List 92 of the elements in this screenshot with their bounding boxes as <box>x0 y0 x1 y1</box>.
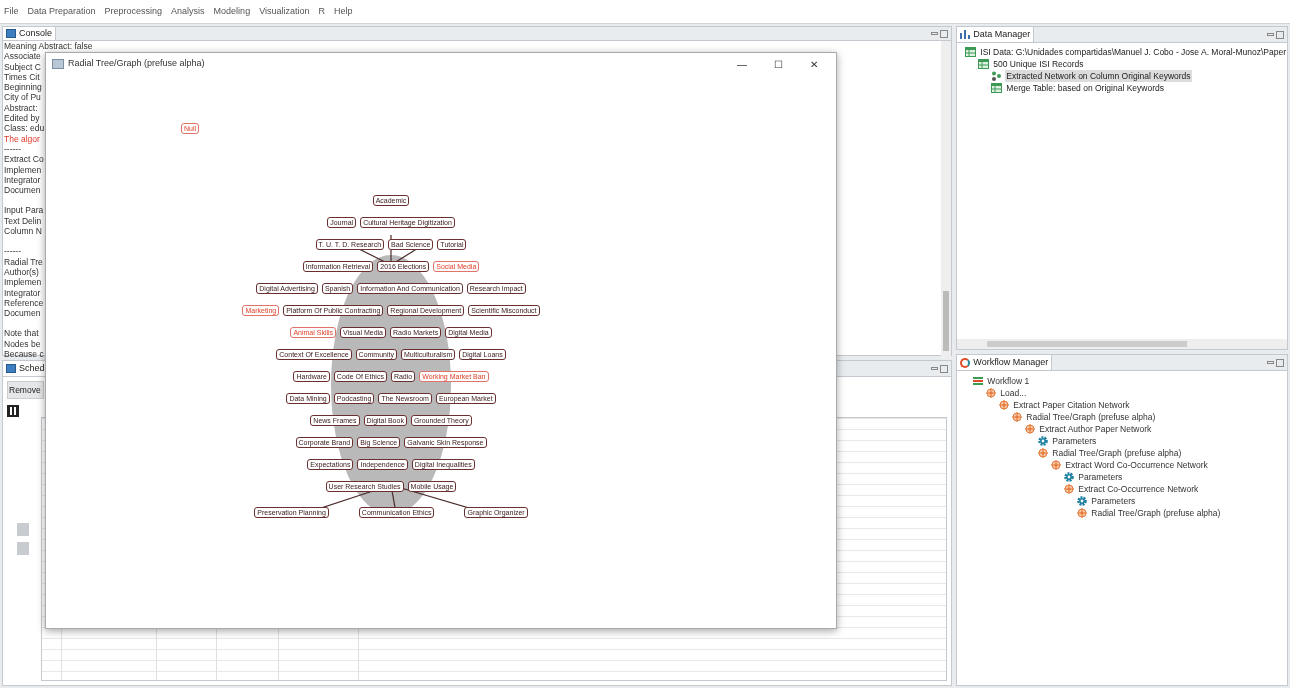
menu-item[interactable]: Modeling <box>213 4 251 19</box>
tree-item[interactable]: Merge Table: based on Original Keywords <box>1005 81 1165 95</box>
tree-item[interactable]: ISI Data: G:\Unidades compartidas\Manuel J. Cobo - Jose A. Moral-Munoz\Paper <box>979 45 1287 59</box>
crosshair-icon <box>1064 484 1075 494</box>
list-icon <box>973 376 984 386</box>
menu-item[interactable]: Help <box>334 4 353 19</box>
minimize-button[interactable]: — <box>726 56 758 72</box>
tree-item[interactable]: Extract Author Paper Network <box>1039 422 1152 436</box>
crosshair-icon <box>1038 448 1049 458</box>
gear-icon <box>1038 436 1049 446</box>
menu-item[interactable]: Preprocessing <box>104 4 163 19</box>
tree-item[interactable]: Parameters <box>1052 434 1097 448</box>
console-line: Extract Co <box>4 154 44 165</box>
console-line: Associate <box>4 51 41 62</box>
tree-item[interactable]: Extracted Network on Column Original Keywords <box>1005 69 1192 83</box>
maximize-icon[interactable] <box>1276 30 1284 39</box>
menu-item[interactable]: File <box>4 4 19 19</box>
workflow-manager-icon <box>960 357 971 368</box>
minimize-icon[interactable] <box>931 32 939 35</box>
console-line: ------ <box>4 143 21 155</box>
console-line: Documen <box>4 308 41 319</box>
console-line: Input Para <box>4 205 44 216</box>
console-tab[interactable]: Console <box>3 27 57 40</box>
console-line: Author(s) <box>4 266 39 278</box>
console-line: Meaning Abstract: false <box>4 41 93 52</box>
console-line: Radial Tre <box>4 256 43 267</box>
console-line: Nodes be <box>4 338 41 349</box>
console-line: Reference <box>4 297 44 309</box>
console-line: Because c <box>4 349 44 360</box>
crosshair-icon <box>999 400 1010 410</box>
console-line: Text Delin <box>4 215 42 227</box>
remove-button[interactable]: Remove <box>7 381 44 399</box>
console-line: Implemen <box>4 277 42 288</box>
window-icon <box>52 59 64 69</box>
table-icon <box>978 59 990 69</box>
console-line: Subject C <box>4 61 41 72</box>
maximize-icon[interactable] <box>940 364 949 373</box>
table-icon <box>991 83 1003 93</box>
data-manager-icon <box>960 30 971 39</box>
workflow-manager-tab[interactable]: Workflow Manager <box>957 355 1053 370</box>
crosshair-icon <box>1051 460 1062 470</box>
console-icon <box>6 29 16 38</box>
scrollbar[interactable] <box>941 41 952 360</box>
crosshair-icon <box>1025 424 1036 434</box>
tree-item[interactable]: Radial Tree/Graph (prefuse alpha) <box>1091 506 1221 520</box>
minimize-icon[interactable] <box>1267 33 1274 36</box>
tree-item[interactable]: Radial Tree/Graph (prefuse alpha) <box>1052 446 1182 460</box>
console-line: City of Pu <box>4 92 41 103</box>
table-icon <box>965 47 977 57</box>
console-line: Class: edu <box>4 123 45 134</box>
tree-item[interactable]: Extract Word Co-Occurrence Network <box>1065 458 1208 472</box>
console-line: Integrator <box>4 174 41 186</box>
maximize-icon[interactable] <box>940 29 949 38</box>
tree-item[interactable]: Extract Paper Citation Network <box>1013 398 1130 412</box>
tree-item[interactable]: Workflow 1 <box>987 374 1030 388</box>
tree-item[interactable]: Load... <box>1000 386 1027 400</box>
crosshair-icon <box>986 388 997 398</box>
console-line: Integrator <box>4 287 41 298</box>
close-button[interactable]: ✕ <box>798 56 830 72</box>
tree-item[interactable]: Radial Tree/Graph (prefuse alpha) <box>1026 410 1156 424</box>
console-line: Note that <box>4 328 39 339</box>
gear-icon <box>1064 472 1075 482</box>
menu-item[interactable]: Visualization <box>259 4 310 19</box>
console-line: Column N <box>4 226 42 237</box>
tree-item[interactable]: Extract Co-Occurrence Network <box>1078 482 1199 496</box>
console-line: Documen <box>4 185 41 196</box>
minimize-icon[interactable] <box>1267 361 1274 364</box>
scrollbar[interactable] <box>957 339 1287 349</box>
console-line: ------ <box>4 246 21 257</box>
console-line: Implemen <box>4 164 42 175</box>
data-manager-tab[interactable]: Data Manager <box>957 27 1035 42</box>
minimize-icon[interactable] <box>931 367 939 370</box>
network-icon <box>991 71 1003 81</box>
console-line: The algor <box>4 133 40 144</box>
menu-item[interactable]: R <box>318 4 325 19</box>
crosshair-icon <box>1077 508 1088 518</box>
tree-item[interactable]: Parameters <box>1078 470 1123 484</box>
gear-icon <box>1077 496 1088 506</box>
window-title: Radial Tree/Graph (prefuse alpha) <box>68 57 205 71</box>
menu-item[interactable]: Data Preparation <box>27 4 96 19</box>
pause-icon[interactable] <box>7 405 19 417</box>
crosshair-icon <box>1012 412 1023 422</box>
console-line: Edited by <box>4 113 40 124</box>
console-line: Beginning <box>4 82 42 93</box>
console-line: Times Cit <box>4 71 40 83</box>
menu-item[interactable]: Analysis <box>171 4 205 19</box>
maximize-button[interactable]: ☐ <box>762 56 794 72</box>
tree-item[interactable]: Parameters <box>1091 494 1136 508</box>
console-line: Abstract: <box>4 102 38 114</box>
scheduler-icon <box>6 364 16 373</box>
maximize-icon[interactable] <box>1276 358 1284 367</box>
tree-item[interactable]: 500 Unique ISI Records <box>992 57 1085 71</box>
